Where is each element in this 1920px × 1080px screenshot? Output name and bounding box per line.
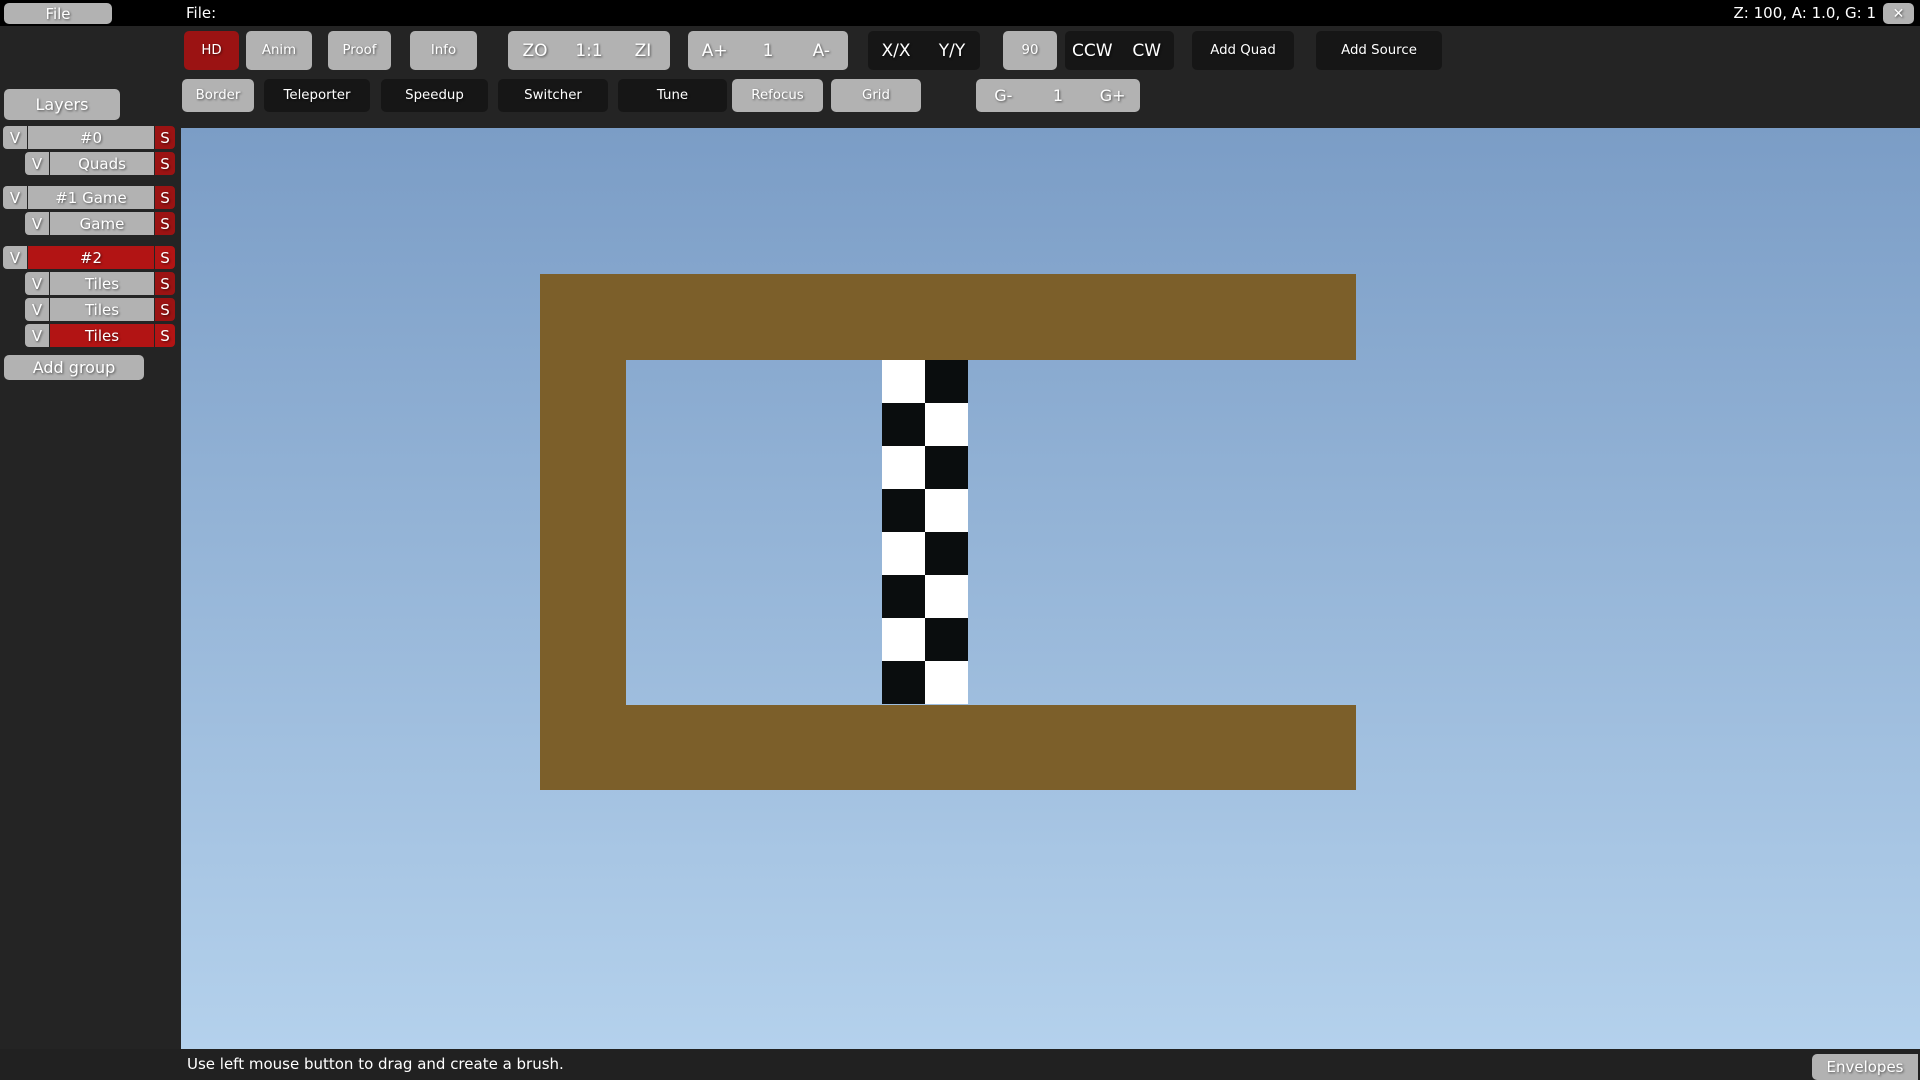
checker-tile[interactable]: [925, 618, 968, 661]
wall-tiles-top[interactable]: [540, 274, 1356, 360]
toolbar-tiles: Border Teleporter Speedup Switcher Tune …: [182, 79, 1140, 112]
layer-row: VTilesS: [25, 324, 175, 347]
wall-tiles-bottom[interactable]: [540, 705, 1356, 790]
hd-toggle-button[interactable]: HD: [184, 31, 239, 70]
proof-toggle-button[interactable]: Proof: [328, 31, 391, 70]
group-row: V#2S: [3, 246, 175, 269]
save-toggle[interactable]: S: [155, 272, 175, 295]
checker-tile[interactable]: [882, 618, 925, 661]
save-toggle[interactable]: S: [155, 324, 175, 347]
save-toggle[interactable]: S: [155, 126, 175, 149]
map-canvas[interactable]: [181, 128, 1920, 1049]
group-label[interactable]: #2: [28, 246, 154, 269]
checker-tile[interactable]: [882, 360, 925, 403]
tune-button[interactable]: Tune: [618, 79, 727, 112]
zoom-reset-button[interactable]: 1:1: [562, 31, 616, 70]
add-source-button[interactable]: Add Source: [1316, 31, 1442, 70]
flip-y-button[interactable]: Y/Y: [924, 31, 980, 70]
flip-x-button[interactable]: X/X: [868, 31, 924, 70]
visibility-toggle[interactable]: V: [25, 152, 49, 175]
checker-tile[interactable]: [882, 661, 925, 704]
visibility-toggle[interactable]: V: [25, 212, 49, 235]
layer-row: VQuadsS: [25, 152, 175, 175]
checker-tile[interactable]: [925, 360, 968, 403]
visibility-toggle[interactable]: V: [25, 298, 49, 321]
grid-increase-button[interactable]: G+: [1085, 79, 1140, 112]
envelopes-button[interactable]: Envelopes: [1812, 1054, 1918, 1080]
checker-tile-column[interactable]: [882, 360, 968, 704]
speedup-button[interactable]: Speedup: [381, 79, 488, 112]
visibility-toggle[interactable]: V: [3, 126, 27, 149]
layer-label[interactable]: Tiles: [50, 298, 154, 321]
group-row: V#0S: [3, 126, 175, 149]
rotate-controls-group: CCW CW: [1065, 31, 1174, 70]
anim-slower-button[interactable]: A-: [795, 31, 848, 70]
rotate-ccw-button[interactable]: CCW: [1065, 31, 1120, 70]
layer-label[interactable]: Tiles: [50, 272, 154, 295]
zoom-out-button[interactable]: ZO: [508, 31, 562, 70]
layer-label[interactable]: Tiles: [50, 324, 154, 347]
tooltip-hint-text: Use left mouse button to drag and create…: [187, 1055, 564, 1073]
add-quad-button[interactable]: Add Quad: [1192, 31, 1294, 70]
layer-label[interactable]: Game: [50, 212, 154, 235]
add-group-button[interactable]: Add group: [4, 355, 144, 380]
grid-decrease-button[interactable]: G-: [976, 79, 1031, 112]
layer-row: VGameS: [25, 212, 175, 235]
grid-toggle-button[interactable]: Grid: [831, 79, 921, 112]
zoom-anim-grid-status: Z: 100, A: 1.0, G: 1: [1734, 3, 1876, 23]
visibility-toggle[interactable]: V: [3, 246, 27, 269]
status-bar: Use left mouse button to drag and create…: [0, 1049, 1920, 1080]
checker-tile[interactable]: [925, 575, 968, 618]
anim-faster-button[interactable]: A+: [688, 31, 741, 70]
layer-label[interactable]: Quads: [50, 152, 154, 175]
file-menu-button[interactable]: File: [4, 3, 112, 24]
grid-size-group: G- 1 G+: [976, 79, 1140, 112]
anim-toggle-button[interactable]: Anim: [246, 31, 312, 70]
toolbar-main: HD Anim Proof Info ZO 1:1 ZI A+ 1 A- X/X…: [184, 31, 1442, 70]
teleporter-button[interactable]: Teleporter: [264, 79, 370, 112]
save-toggle[interactable]: S: [155, 186, 175, 209]
flip-controls-group: X/X Y/Y: [868, 31, 980, 70]
layer-row: VTilesS: [25, 272, 175, 295]
checker-tile[interactable]: [882, 403, 925, 446]
layers-panel-title[interactable]: Layers: [4, 89, 120, 120]
menu-bar: File File: Z: 100, A: 1.0, G: 1 ✕: [0, 0, 1920, 26]
layers-panel: Layers V#0SVQuadsSV#1 GameSVGameSV#2SVTi…: [0, 89, 181, 380]
checker-tile[interactable]: [925, 661, 968, 704]
info-toggle-button[interactable]: Info: [410, 31, 477, 70]
save-toggle[interactable]: S: [155, 152, 175, 175]
grid-size-value[interactable]: 1: [1031, 79, 1086, 112]
zoom-in-button[interactable]: ZI: [616, 31, 670, 70]
checker-tile[interactable]: [925, 446, 968, 489]
group-label[interactable]: #1 Game: [28, 186, 154, 209]
checker-tile[interactable]: [882, 532, 925, 575]
zoom-controls-group: ZO 1:1 ZI: [508, 31, 670, 70]
file-path-label: File:: [186, 3, 216, 23]
checker-tile[interactable]: [925, 489, 968, 532]
group-label[interactable]: #0: [28, 126, 154, 149]
save-toggle[interactable]: S: [155, 246, 175, 269]
layer-row: VTilesS: [25, 298, 175, 321]
anim-speed-group: A+ 1 A-: [688, 31, 848, 70]
visibility-toggle[interactable]: V: [25, 324, 49, 347]
checker-tile[interactable]: [882, 575, 925, 618]
checker-tile[interactable]: [925, 532, 968, 575]
switcher-button[interactable]: Switcher: [498, 79, 608, 112]
checker-tile[interactable]: [882, 489, 925, 532]
border-button[interactable]: Border: [182, 79, 254, 112]
visibility-toggle[interactable]: V: [25, 272, 49, 295]
map-editor-window: File File: Z: 100, A: 1.0, G: 1 ✕ HD Ani…: [0, 0, 1920, 1080]
visibility-toggle[interactable]: V: [3, 186, 27, 209]
checker-tile[interactable]: [925, 403, 968, 446]
save-toggle[interactable]: S: [155, 298, 175, 321]
rotate-amount-value[interactable]: 90: [1003, 31, 1057, 70]
close-icon[interactable]: ✕: [1883, 3, 1914, 24]
save-toggle[interactable]: S: [155, 212, 175, 235]
refocus-button[interactable]: Refocus: [732, 79, 823, 112]
rotate-cw-button[interactable]: CW: [1120, 31, 1175, 70]
anim-speed-value[interactable]: 1: [741, 31, 794, 70]
layer-list: V#0SVQuadsSV#1 GameSVGameSV#2SVTilesSVTi…: [0, 126, 181, 347]
checker-tile[interactable]: [882, 446, 925, 489]
group-row: V#1 GameS: [3, 186, 175, 209]
